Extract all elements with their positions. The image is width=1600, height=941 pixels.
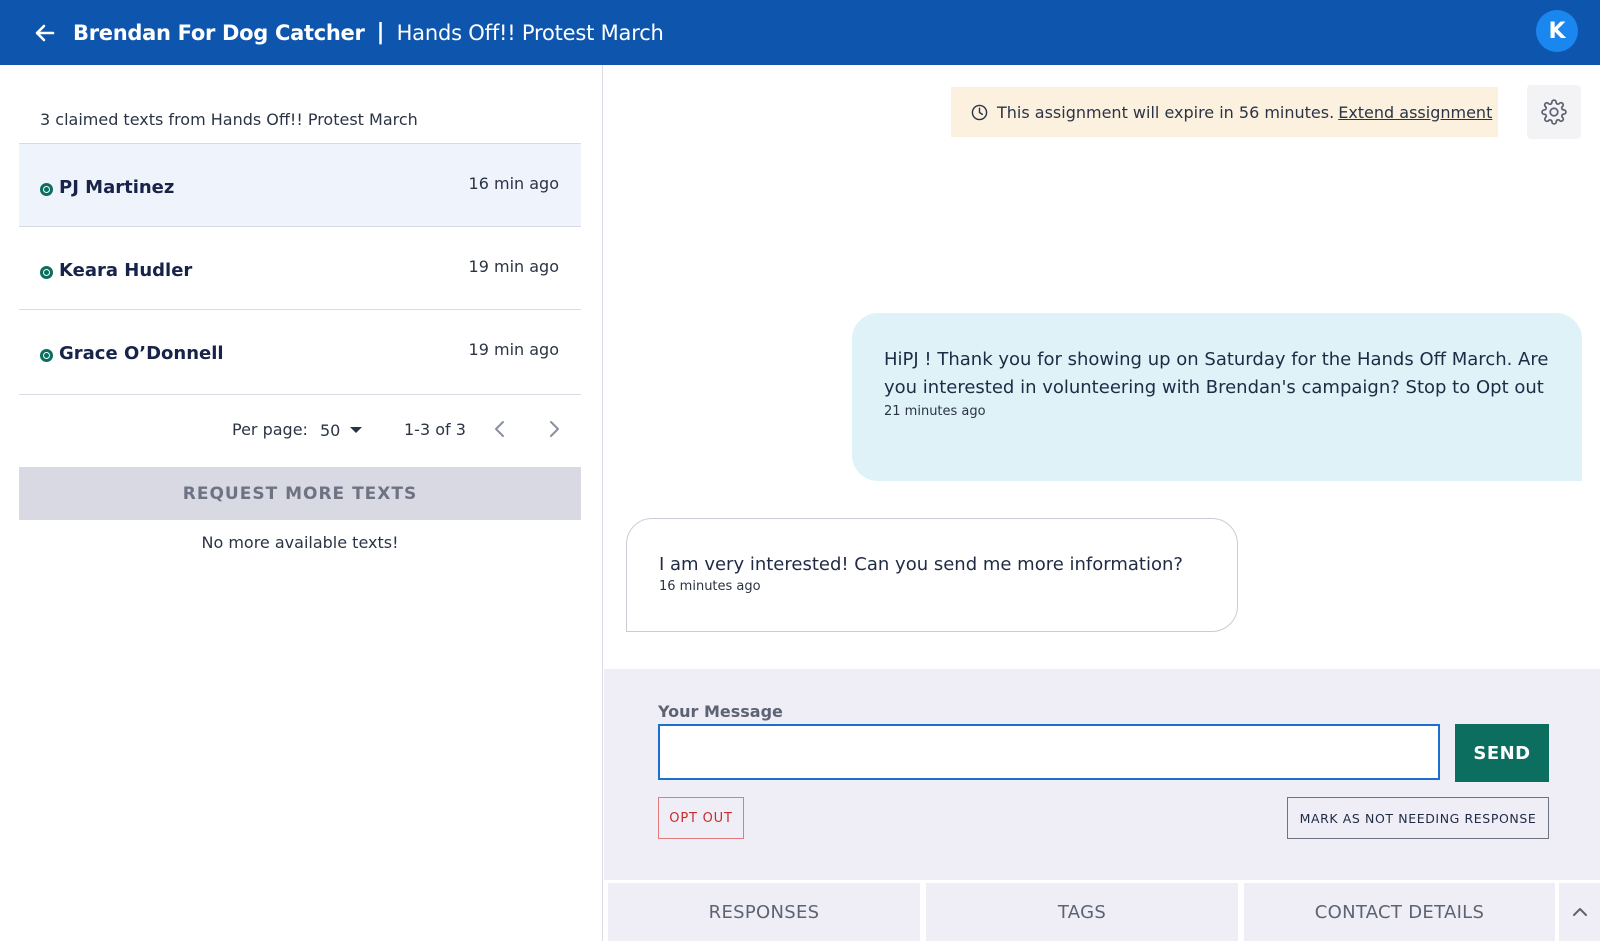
claimed-texts-summary: 3 claimed texts from Hands Off!! Protest… [40,110,418,129]
status-dot-icon [40,183,53,196]
message-composer: Your Message SEND OPT OUT MARK AS NOT NE… [604,669,1600,941]
status-dot-icon [40,266,53,279]
campaign-title: Hands Off!! Protest March [396,20,664,45]
chevron-up-icon[interactable] [1559,883,1600,941]
contact-name: Keara Hudler [59,260,193,281]
message-input[interactable] [660,726,1438,778]
contact-time: 19 min ago [468,340,559,359]
tab-responses[interactable]: RESPONSES [608,883,920,941]
gear-icon[interactable] [1527,85,1581,139]
page-range: 1-3 of 3 [404,420,466,439]
clock-icon [971,104,988,121]
top-bar: Brendan For Dog Catcher | Hands Off!! Pr… [0,0,1600,65]
request-more-texts-button[interactable]: REQUEST MORE TEXTS [19,467,581,520]
bottom-tabs: RESPONSES TAGS CONTACT DETAILS [604,880,1600,941]
extend-assignment-link[interactable]: Extend assignment [1338,103,1492,122]
back-arrow-icon[interactable] [30,18,60,48]
message-text: HiPJ ! Thank you for showing up on Satur… [884,349,1549,398]
mark-not-needing-response-button[interactable]: MARK AS NOT NEEDING RESPONSE [1287,797,1549,839]
send-button[interactable]: SEND [1455,724,1549,782]
tab-contact-details[interactable]: CONTACT DETAILS [1244,883,1555,941]
incoming-message: I am very interested! Can you send me mo… [626,518,1238,632]
caret-down-icon[interactable] [350,427,362,433]
chevron-left-icon[interactable] [489,418,511,440]
message-timestamp: 16 minutes ago [659,579,761,594]
message-input-wrapper [658,724,1440,780]
contact-time: 19 min ago [468,257,559,276]
per-page-label: Per page: [232,420,308,439]
contact-name: PJ Martinez [59,177,175,198]
message-text: I am very interested! Can you send me mo… [659,554,1183,575]
list-item[interactable]: Grace O’Donnell 19 min ago [19,309,581,392]
title-separator: | [376,20,385,45]
opt-out-button[interactable]: OPT OUT [658,797,744,839]
chevron-right-icon[interactable] [543,418,565,440]
expiration-banner: This assignment will expire in 56 minute… [951,87,1498,137]
contact-time: 16 min ago [468,174,559,193]
tab-tags[interactable]: TAGS [926,883,1238,941]
organization-name: Brendan For Dog Catcher [73,20,365,45]
outgoing-message: HiPJ ! Thank you for showing up on Satur… [852,313,1582,481]
per-page-select[interactable]: 50 [320,421,340,440]
conversation-panel: This assignment will expire in 56 minute… [604,65,1600,941]
status-dot-icon [40,349,53,362]
pagination: Per page: 50 1-3 of 3 [0,394,603,460]
contact-name: Grace O’Donnell [59,343,224,364]
no-more-texts-message: No more available texts! [201,533,399,552]
list-item[interactable]: PJ Martinez 16 min ago [19,143,581,226]
message-timestamp: 21 minutes ago [884,404,986,419]
avatar[interactable]: K [1536,10,1578,52]
expiration-text: This assignment will expire in 56 minute… [997,102,1335,122]
message-label: Your Message [658,702,783,721]
conversation-list-panel: 3 claimed texts from Hands Off!! Protest… [0,65,603,941]
list-item[interactable]: Keara Hudler 19 min ago [19,226,581,309]
